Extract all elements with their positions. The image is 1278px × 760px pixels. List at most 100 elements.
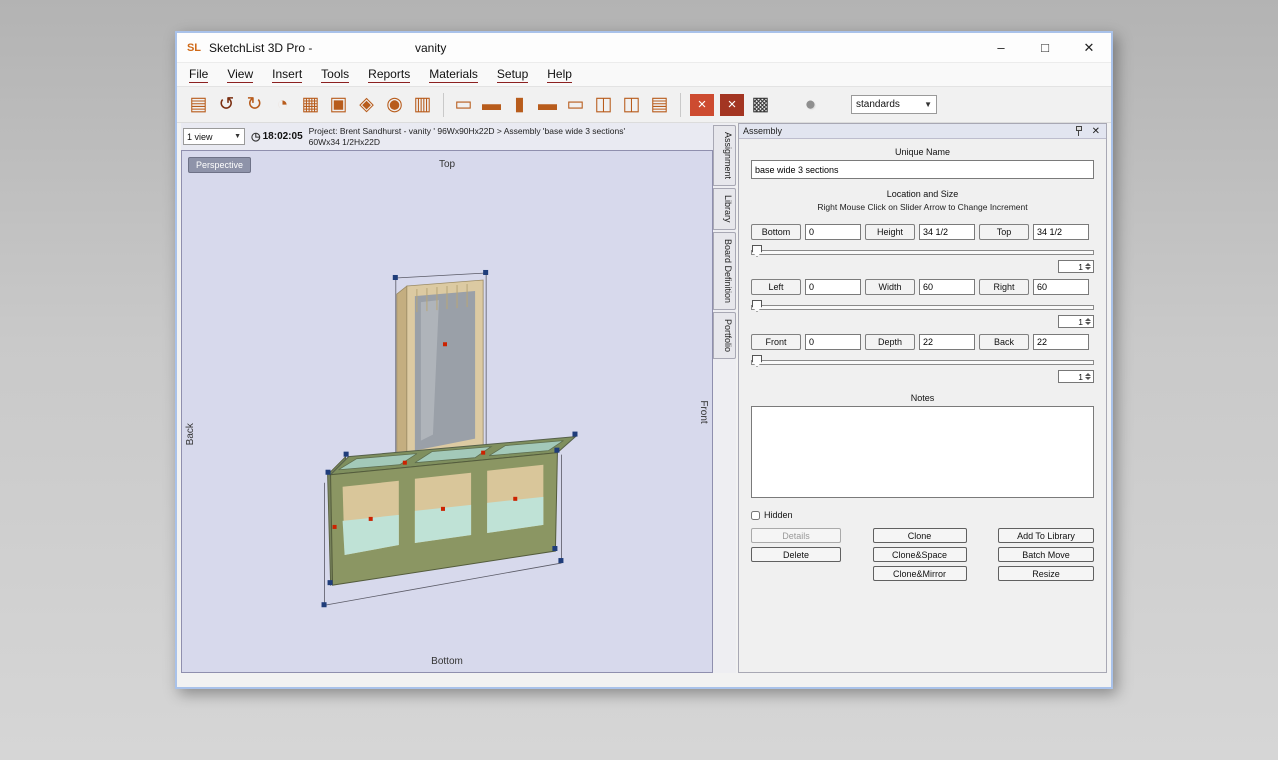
tab-portfolio[interactable]: Portfolio (713, 312, 736, 359)
clone-button[interactable]: Clone (873, 528, 967, 543)
clone-mirror-button[interactable]: Clone&Mirror (873, 566, 967, 581)
texture-icon[interactable]: ▩ (747, 91, 774, 118)
depth-slider-thumb[interactable] (752, 355, 762, 367)
hidden-checkbox-label: Hidden (764, 510, 793, 520)
view-count-dropdown[interactable]: 1 view ▼ (183, 128, 245, 145)
vanity-3d-model[interactable] (182, 151, 712, 672)
height-slider-track[interactable] (751, 250, 1094, 255)
panel-icon[interactable]: ▭ (450, 91, 477, 118)
notes-textarea[interactable] (751, 406, 1094, 498)
tab-board-definition[interactable]: Board Definition (713, 232, 736, 310)
depth-input[interactable] (919, 334, 975, 350)
depth-increment-stepper[interactable]: 1 (1058, 370, 1094, 383)
session-timer: ◷ 18:02:05 (251, 130, 303, 143)
undo-icon[interactable]: ↺ (213, 91, 240, 118)
stopwatch-icon[interactable]: ◔ (269, 91, 296, 118)
dresser-icon[interactable]: ▥ (409, 91, 436, 118)
depth-button[interactable]: Depth (865, 334, 915, 350)
width-button[interactable]: Width (865, 279, 915, 295)
stepper-arrows-icon[interactable] (1085, 261, 1092, 272)
menu-setup[interactable]: Setup (497, 67, 528, 83)
hardware-icon[interactable]: ◫ (590, 91, 617, 118)
menu-file[interactable]: File (189, 67, 208, 83)
tab-assignment[interactable]: Assignment (713, 125, 736, 186)
back-button[interactable]: Back (979, 334, 1029, 350)
back-input[interactable] (1033, 334, 1089, 350)
height-increment-stepper[interactable]: 1 (1058, 260, 1094, 273)
minimize-button[interactable]: – (979, 33, 1023, 62)
cabinet-icon[interactable]: ▤ (646, 91, 673, 118)
delete-assembly-icon[interactable]: × (720, 94, 744, 116)
view-bar: 1 view ▼ ◷ 18:02:05 Project: Brent Sandh… (181, 123, 713, 150)
new-board-icon[interactable]: ▤ (185, 91, 212, 118)
batch-move-button[interactable]: Batch Move (998, 547, 1094, 562)
vertical-board-icon[interactable]: ▮ (506, 91, 533, 118)
bottom-button[interactable]: Bottom (751, 224, 801, 240)
front-input[interactable] (805, 334, 861, 350)
drilled-board-icon[interactable]: ▭ (562, 91, 589, 118)
menu-materials[interactable]: Materials (429, 67, 478, 83)
front-button[interactable]: Front (751, 334, 801, 350)
session-timer-value: 18:02:05 (263, 131, 303, 142)
height-input[interactable] (919, 224, 975, 240)
delete-button[interactable]: Delete (751, 547, 841, 562)
stepper-arrows-icon[interactable] (1085, 316, 1092, 327)
add-to-library-button[interactable]: Add To Library (998, 528, 1094, 543)
horizontal-board-icon[interactable]: ▬ (534, 91, 561, 118)
assembly-panel: Assembly ✕ Unique Name Location and Size… (738, 123, 1107, 673)
camera-icon[interactable]: ▣ (325, 91, 352, 118)
hidden-checkbox[interactable] (751, 511, 760, 520)
sphere-icon[interactable]: ● (797, 91, 824, 118)
menu-view[interactable]: View (227, 67, 253, 83)
menu-help[interactable]: Help (547, 67, 572, 83)
width-input[interactable] (919, 279, 975, 295)
clone-space-button[interactable]: Clone&Space (873, 547, 967, 562)
depth-slider[interactable] (751, 355, 1094, 368)
knob-icon[interactable]: ◉ (381, 91, 408, 118)
height-increment-value: 1 (1078, 262, 1083, 272)
redo-icon[interactable]: ↻ (241, 91, 268, 118)
right-button[interactable]: Right (979, 279, 1029, 295)
height-slider-thumb[interactable] (752, 245, 762, 257)
close-button[interactable]: ✕ (1067, 33, 1111, 62)
resize-button[interactable]: Resize (998, 566, 1094, 581)
pin-icon[interactable] (1074, 126, 1084, 136)
standards-dropdown[interactable]: standards ▼ (851, 95, 937, 114)
menu-insert[interactable]: Insert (272, 67, 302, 83)
mirror-panel[interactable] (397, 280, 483, 471)
width-increment-stepper[interactable]: 1 (1058, 315, 1094, 328)
close-icon[interactable]: ✕ (1090, 126, 1102, 137)
bottom-input[interactable] (805, 224, 861, 240)
solid-panel-icon[interactable]: ▬ (478, 91, 505, 118)
height-slider[interactable] (751, 245, 1094, 258)
right-input[interactable] (1033, 279, 1089, 295)
tab-library[interactable]: Library (713, 188, 736, 230)
viewport-3d[interactable]: Perspective Top Bottom Back Front (181, 150, 713, 673)
move-icon[interactable]: ◈ (353, 91, 380, 118)
left-input[interactable] (805, 279, 861, 295)
menu-tools[interactable]: Tools (321, 67, 349, 83)
double-door-icon[interactable]: ◫ (618, 91, 645, 118)
width-slider-track[interactable] (751, 305, 1094, 310)
viewport-label-top: Top (439, 159, 455, 170)
left-button[interactable]: Left (751, 279, 801, 295)
details-button[interactable]: Details (751, 528, 841, 543)
slider-hint-text: Right Mouse Click on Slider Arrow to Cha… (751, 202, 1094, 212)
width-slider[interactable] (751, 300, 1094, 313)
perspective-badge[interactable]: Perspective (188, 157, 251, 173)
top-input[interactable] (1033, 224, 1089, 240)
stepper-arrows-icon[interactable] (1085, 371, 1092, 382)
width-slider-thumb[interactable] (752, 300, 762, 312)
document-title: vanity (415, 41, 446, 55)
delete-board-icon[interactable]: × (690, 94, 714, 116)
depth-slider-track[interactable] (751, 360, 1094, 365)
top-button[interactable]: Top (979, 224, 1029, 240)
unique-name-input[interactable] (751, 160, 1094, 179)
maximize-button[interactable]: □ (1023, 33, 1067, 62)
cabinet-base[interactable] (328, 437, 576, 586)
height-button[interactable]: Height (865, 224, 915, 240)
menu-reports[interactable]: Reports (368, 67, 410, 83)
app-window: SL SketchList 3D Pro - vanity – □ ✕ File… (175, 31, 1113, 689)
schedule-icon[interactable]: ▦ (297, 91, 324, 118)
assembly-actions: Details Clone Add To Library Delete Clon… (751, 528, 1094, 581)
